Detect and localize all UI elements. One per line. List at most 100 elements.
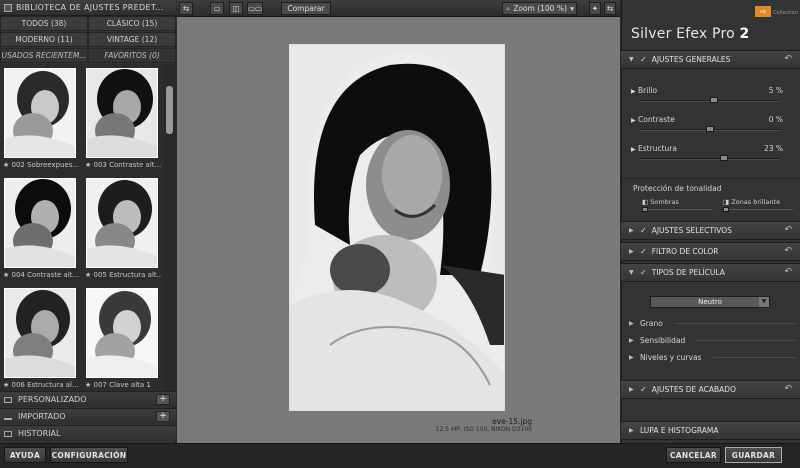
zoom-label: Zoom (100 %) — [513, 4, 567, 13]
preset-thumb[interactable]: ★ 003 Contraste alt... — [82, 68, 161, 172]
film-row-sensibilidad[interactable]: ▶ Sensibilidad — [621, 332, 800, 348]
tab-todos[interactable]: TODOS (38) — [0, 16, 88, 31]
preset-name: 006 Estructura al... — [11, 381, 79, 389]
expand-triangle-icon[interactable]: ▶ — [629, 320, 635, 327]
enable-checkmark-icon[interactable]: ✓ — [640, 226, 647, 235]
toggle-right-panel-icon[interactable]: ⇆ — [604, 2, 616, 15]
product-version: 2 — [739, 26, 750, 42]
folder-icon — [4, 396, 12, 403]
expand-triangle-icon[interactable]: ▶ — [629, 337, 635, 344]
compare-button[interactable]: Comparar — [281, 2, 331, 15]
side-by-side-view-icon[interactable]: ▭▭ — [247, 2, 263, 15]
photo-preview[interactable] — [289, 44, 505, 411]
enable-checkmark-icon[interactable]: ✓ — [640, 55, 647, 64]
single-view-icon[interactable]: ▭ — [210, 2, 224, 15]
expand-triangle-icon[interactable]: ▶ — [629, 427, 635, 434]
slider-track[interactable] — [640, 158, 780, 160]
shadows-control[interactable]: ◧ Sombras — [642, 198, 679, 206]
film-type-select[interactable]: Neutro ▼ — [650, 296, 770, 308]
preset-thumb[interactable]: ★ 002 Sobreexpues... — [0, 68, 79, 172]
row-label: Grano — [640, 318, 663, 328]
preset-thumb[interactable]: ★ 007 Clave alta 1 — [82, 288, 160, 391]
expand-triangle-icon[interactable]: ▶ — [631, 146, 636, 153]
add-preset-button[interactable]: + — [156, 394, 170, 405]
slider-estructura[interactable]: ▶ Estructura 23 % — [621, 142, 800, 170]
section-title: AJUSTES SELECTIVOS — [651, 226, 732, 235]
reset-icon[interactable]: ↶ — [784, 54, 792, 64]
section-color-filter[interactable]: ▶ ✓ FILTRO DE COLOR ↶ — [621, 242, 800, 261]
film-row-grano[interactable]: ▶ Grano — [621, 315, 800, 331]
star-icon[interactable]: ★ — [3, 161, 9, 169]
section-personalizado[interactable]: PERSONALIZADO + — [0, 391, 176, 407]
preset-name: 002 Sobreexpues... — [11, 161, 79, 169]
reset-icon[interactable]: ↶ — [784, 225, 792, 235]
row-label: Niveles y curvas — [640, 352, 702, 362]
expand-triangle-icon[interactable]: ▶ — [629, 227, 635, 234]
highlights-slider-knob[interactable] — [723, 207, 729, 212]
highlights-control[interactable]: ◨ Zonas brillante — [723, 198, 780, 206]
section-label: PERSONALIZADO — [18, 395, 87, 404]
section-importado[interactable]: IMPORTADO + — [0, 408, 176, 424]
tab-vintage[interactable]: VINTAGE (12) — [88, 32, 176, 47]
section-finishing-adjustments[interactable]: ▶ ✓ AJUSTES DE ACABADO ↶ — [621, 380, 800, 399]
settings-button[interactable]: CONFIGURACIÓN — [50, 447, 128, 463]
highlights-slider-track[interactable] — [723, 209, 793, 210]
star-icon[interactable]: ★ — [85, 161, 91, 169]
section-selective-adjustments[interactable]: ▶ ✓ AJUSTES SELECTIVOS ↶ — [621, 221, 800, 240]
section-film-types[interactable]: ▼ ✓ TIPOS DE PELÍCULA ↶ — [621, 263, 800, 282]
shadows-slider-knob[interactable] — [642, 207, 648, 212]
import-preset-button[interactable]: + — [156, 411, 170, 422]
shadows-icon: ◧ — [642, 198, 649, 206]
enable-checkmark-icon[interactable]: ✓ — [640, 247, 647, 256]
section-general-adjustments[interactable]: ▼ ✓ AJUSTES GENERALES ↶ — [621, 50, 800, 69]
library-scrollbar-thumb[interactable] — [166, 86, 173, 134]
library-header[interactable]: BIBLIOTECA DE AJUSTES PREDET... — [0, 0, 176, 16]
slider-knob[interactable] — [710, 97, 719, 103]
star-icon[interactable]: ★ — [3, 381, 9, 389]
product-title: Silver Efex Pro 2 — [631, 26, 749, 42]
reset-icon[interactable]: ↶ — [784, 267, 792, 277]
collapse-triangle-icon[interactable]: ▼ — [629, 56, 635, 63]
product-name: Silver Efex Pro — [631, 26, 735, 42]
cancel-button[interactable]: CANCELAR — [666, 447, 721, 463]
enable-checkmark-icon[interactable]: ✓ — [640, 385, 647, 394]
preset-thumb[interactable]: ★ 006 Estructura al... — [0, 288, 79, 391]
section-label: HISTORIAL — [18, 429, 61, 438]
expand-triangle-icon[interactable]: ▶ — [629, 386, 635, 393]
film-row-niveles[interactable]: ▶ Niveles y curvas — [621, 349, 800, 365]
library-icon — [4, 3, 12, 12]
preset-thumb[interactable]: ★ 004 Contraste alt... — [0, 178, 79, 282]
star-icon[interactable]: ★ — [3, 271, 9, 279]
expand-triangle-icon[interactable]: ▶ — [629, 354, 635, 361]
tab-clasico[interactable]: CLÁSICO (15) — [88, 16, 176, 31]
star-icon[interactable]: ★ — [85, 271, 91, 279]
expand-triangle-icon[interactable]: ▶ — [631, 117, 636, 124]
star-icon[interactable]: ★ — [85, 381, 91, 389]
slider-knob[interactable] — [720, 155, 728, 161]
split-view-icon[interactable]: ◫ — [229, 2, 243, 15]
help-button[interactable]: AYUDA — [4, 447, 46, 463]
reset-icon[interactable]: ↶ — [784, 246, 792, 256]
collapse-triangle-icon[interactable]: ▼ — [629, 269, 635, 276]
section-historial[interactable]: HISTORIAL — [0, 425, 176, 441]
tab-favorites[interactable]: FAVORITOS (0) — [88, 48, 176, 63]
shadows-slider-track[interactable] — [642, 209, 712, 210]
tonality-protection-title: Protección de tonalidad — [633, 184, 722, 193]
expand-triangle-icon[interactable]: ▶ — [631, 88, 636, 95]
tab-recent[interactable]: USADOS RECIENTEM... — [0, 48, 88, 63]
section-loupe-histogram[interactable]: ▶ LUPA E HISTOGRAMA — [621, 421, 800, 440]
highlights-icon: ◨ — [723, 198, 730, 206]
zoom-select[interactable]: ⌕ Zoom (100 %) ▾ — [502, 2, 577, 15]
toggle-left-panel-icon[interactable]: ⇆ — [179, 2, 193, 15]
loupe-toggle-icon[interactable]: ✦ — [589, 2, 601, 15]
preset-thumbnail-grid: ★ 002 Sobreexpues... ★ 003 Contraste alt… — [0, 64, 164, 391]
slider-knob[interactable] — [706, 126, 714, 132]
save-button[interactable]: GUARDAR — [725, 447, 782, 463]
preset-name: 007 Clave alta 1 — [93, 381, 151, 389]
preset-thumb[interactable]: ★ 005 Estructura alt... — [82, 178, 161, 282]
import-icon — [4, 414, 12, 420]
reset-icon[interactable]: ↶ — [784, 384, 792, 394]
expand-triangle-icon[interactable]: ▶ — [629, 248, 635, 255]
tab-moderno[interactable]: MODERNO (11) — [0, 32, 88, 47]
enable-checkmark-icon[interactable]: ✓ — [640, 268, 647, 277]
